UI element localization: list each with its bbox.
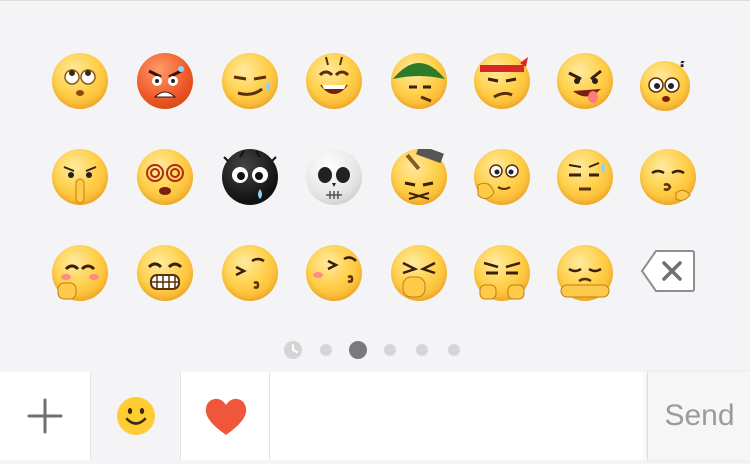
page-dot[interactable] xyxy=(416,344,428,356)
confused-question-emoji[interactable]: ? xyxy=(640,61,690,111)
page-dot[interactable] xyxy=(320,344,332,356)
angry-red-emoji[interactable] xyxy=(137,53,193,109)
hand-over-mouth-emoji[interactable] xyxy=(391,245,447,301)
hammer-hit-emoji[interactable] xyxy=(391,149,447,205)
shush-emoji[interactable] xyxy=(52,149,108,205)
tab-favorites[interactable] xyxy=(180,372,270,460)
skull-emoji[interactable] xyxy=(306,149,362,205)
sweat-emoji[interactable] xyxy=(557,149,613,205)
kissing-emoji[interactable] xyxy=(222,245,278,301)
bottom-toolbar: Send xyxy=(0,372,750,460)
smiley-icon xyxy=(117,397,155,435)
pouting-emoji[interactable] xyxy=(640,149,696,205)
page-dot-active[interactable] xyxy=(349,341,367,359)
headband-emoji[interactable] xyxy=(474,53,530,109)
sulking-emoji[interactable] xyxy=(557,245,613,301)
dizzy-emoji[interactable] xyxy=(137,149,193,205)
send-button[interactable]: Send xyxy=(647,372,750,460)
army-helmet-emoji[interactable] xyxy=(391,53,447,109)
svg-text:?: ? xyxy=(678,61,687,71)
black-bug-emoji[interactable] xyxy=(222,149,278,205)
emoji-panel: ? xyxy=(0,1,750,372)
plus-icon xyxy=(27,398,63,434)
add-button[interactable] xyxy=(0,372,90,460)
clock-icon[interactable] xyxy=(284,341,302,359)
page-dot[interactable] xyxy=(448,344,460,356)
grin-emoji[interactable] xyxy=(306,53,362,109)
page-dot[interactable] xyxy=(384,344,396,356)
backspace-icon[interactable] xyxy=(640,249,696,293)
tab-emoji[interactable] xyxy=(90,372,181,460)
rolling-eyes-emoji[interactable] xyxy=(52,53,108,109)
tongue-out-emoji[interactable] xyxy=(557,53,613,109)
blushing-emoji[interactable] xyxy=(52,245,108,301)
fists-emoji[interactable] xyxy=(474,245,530,301)
thinking-emoji[interactable] xyxy=(474,149,530,205)
teeth-grin-emoji[interactable] xyxy=(137,245,193,301)
smirk-sweat-emoji[interactable] xyxy=(222,53,278,109)
cheek-kiss-emoji[interactable] xyxy=(306,245,362,301)
heart-icon xyxy=(205,398,247,435)
